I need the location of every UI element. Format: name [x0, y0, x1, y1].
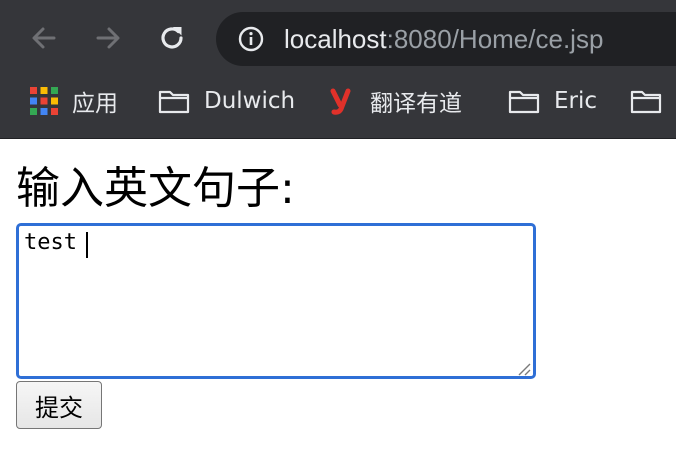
forward-button[interactable] — [88, 18, 128, 58]
url-text[interactable]: localhost:8080/Home/ce.jsp — [284, 12, 603, 66]
info-icon[interactable] — [238, 26, 264, 52]
bookmark-label: Eric — [554, 88, 598, 114]
resize-grip-icon[interactable] — [517, 362, 531, 376]
youdao-logo-icon — [330, 87, 356, 115]
bookmark-label: Dulwich — [204, 88, 296, 114]
address-bar[interactable]: localhost:8080/Home/ce.jsp — [216, 12, 676, 66]
page-content: 输入英文句子: test 提交 — [0, 139, 676, 470]
input-label: 输入英文句子: — [16, 163, 295, 214]
sentence-textarea[interactable]: test — [16, 223, 536, 379]
arrow-left-icon — [32, 27, 56, 49]
browser-toolbar: localhost:8080/Home/ce.jsp — [0, 0, 676, 76]
reload-icon — [161, 27, 183, 49]
arrow-right-icon — [96, 27, 120, 49]
bookmarks-bar: 应用 Dulwich 翻译有道 Eric — [0, 76, 676, 139]
bookmark-eric[interactable]: Eric — [508, 76, 597, 126]
back-button[interactable] — [24, 18, 64, 58]
bookmark-youdao[interactable]: 翻译有道 — [330, 76, 462, 126]
bookmark-dulwich[interactable]: Dulwich — [158, 76, 295, 126]
folder-icon — [630, 88, 662, 114]
submit-button[interactable]: 提交 — [16, 381, 102, 429]
text-caret — [86, 232, 88, 258]
bookmark-apps[interactable]: 应用 — [30, 76, 118, 126]
url-host: localhost — [284, 24, 387, 54]
apps-grid-icon — [30, 87, 58, 115]
bookmark-label: 翻译有道 — [370, 91, 462, 117]
folder-icon — [158, 88, 190, 114]
url-path: :8080/Home/ce.jsp — [386, 24, 604, 54]
bookmark-label: 应用 — [72, 91, 118, 117]
reload-button[interactable] — [152, 18, 192, 58]
folder-icon — [508, 88, 540, 114]
bookmark-folder[interactable] — [630, 76, 676, 126]
